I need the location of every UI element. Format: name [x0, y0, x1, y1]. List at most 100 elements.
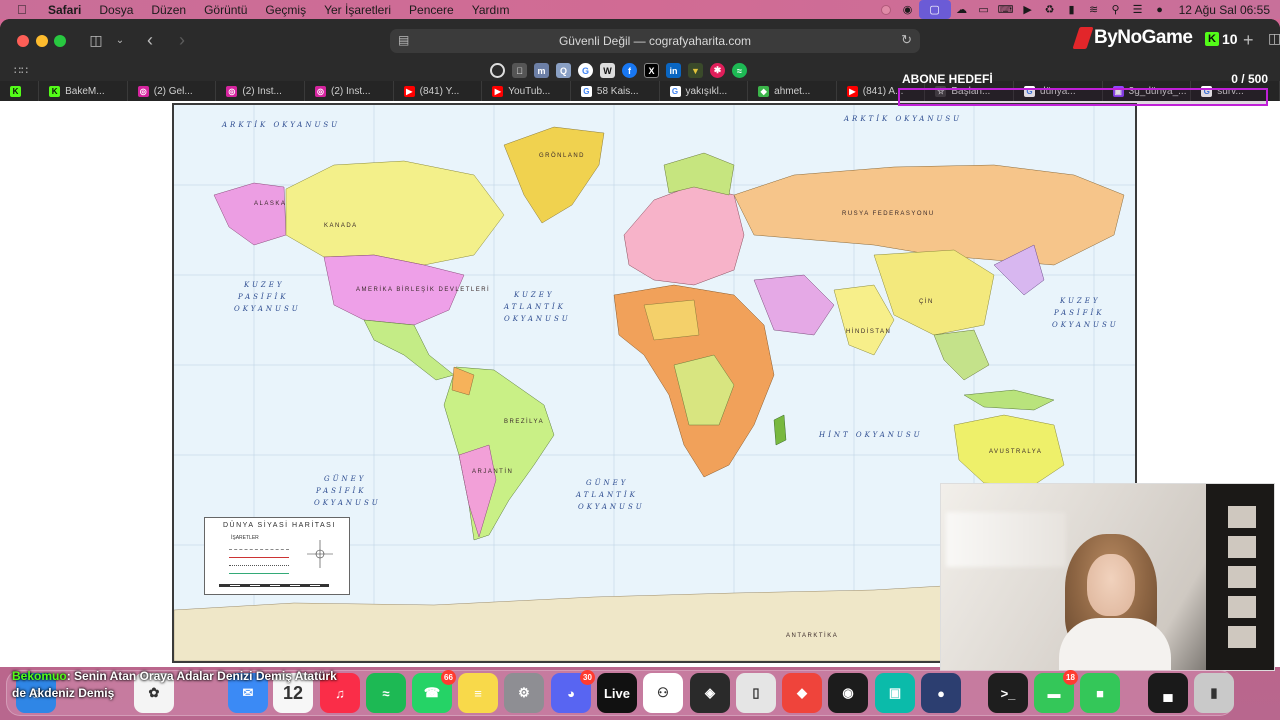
target-icon[interactable]: [490, 63, 505, 78]
m-fav-icon[interactable]: m: [534, 63, 549, 78]
apple-icon[interactable]: : [17, 2, 33, 17]
favorites-icons:  m Q G W f X in ▼ ✱ ≈: [490, 63, 747, 78]
ocean-label: PASİFİK: [315, 486, 367, 495]
leaf-icon: ◆: [758, 85, 770, 97]
antenna-icon[interactable]: ♻: [1039, 0, 1061, 19]
tab-item[interactable]: Gyakışıkl...: [660, 81, 749, 101]
tab-label: BakeM...: [65, 85, 105, 97]
dock-globe-icon[interactable]: ●: [921, 673, 961, 713]
tab-item[interactable]: ◎ (2) Inst...: [305, 81, 394, 101]
display-icon[interactable]: ▭: [973, 0, 995, 19]
x-icon[interactable]: X: [644, 63, 659, 78]
new-tab-button[interactable]: +: [1243, 30, 1254, 51]
menu-gecmis[interactable]: Geçmiş: [265, 3, 306, 17]
dock-spark-icon[interactable]: ▣: [875, 673, 915, 713]
dock-whatsapp-icon[interactable]: ☎ 66: [412, 670, 456, 713]
notification-badge: 66: [441, 670, 456, 685]
chevron-down-icon[interactable]: ⌄: [114, 29, 126, 51]
tab-item[interactable]: K: [0, 81, 40, 101]
google-fav-icon[interactable]: G: [578, 63, 593, 78]
tab-item[interactable]: ◎ (2) Gel...: [128, 81, 217, 101]
reload-icon[interactable]: ↻: [901, 32, 912, 48]
grid-icon[interactable]: ∷∷: [14, 64, 28, 77]
finder-fav-icon[interactable]: Q: [556, 63, 571, 78]
map-legend: DÜNYA SİYASİ HARİTASI İŞARETLER: [204, 517, 350, 595]
dock-copilot-icon[interactable]: ⚇: [643, 673, 683, 713]
wifi-icon[interactable]: ≋: [1083, 0, 1105, 19]
tab-item[interactable]: ◎ (2) Inst...: [216, 81, 306, 101]
shield-fav-icon[interactable]: ▼: [688, 63, 703, 78]
dock-phone-icon[interactable]: ▯: [736, 673, 776, 713]
search-icon[interactable]: ⚲: [1105, 0, 1127, 19]
dock-terminal-icon[interactable]: >_: [988, 673, 1028, 713]
legend-row: [229, 552, 289, 558]
tab-item[interactable]: ▶ (841) Y...: [394, 81, 483, 101]
dock-notes-icon[interactable]: ≡: [458, 673, 498, 713]
ocean-label: OKYANUSU: [1052, 321, 1119, 329]
menu-yardim[interactable]: Yardım: [472, 3, 510, 17]
dashboard-icon[interactable]: ◉: [897, 0, 919, 19]
tab-overview-icon[interactable]: ◫: [1268, 30, 1280, 47]
back-icon[interactable]: ‹: [142, 29, 158, 51]
play-icon[interactable]: ▶: [1017, 0, 1039, 19]
instagram-icon: ◎: [137, 85, 149, 97]
dock-discord-icon[interactable]: ◕ 30: [551, 670, 595, 713]
kick-viewer-number: 10: [1222, 31, 1238, 47]
instagram-icon: ◎: [315, 85, 327, 97]
tab-item[interactable]: G 58 Kais...: [571, 81, 660, 101]
dock-activity-icon[interactable]: ▄: [1148, 673, 1188, 713]
cloud-icon[interactable]: ☁: [951, 0, 973, 19]
apple-fav-icon[interactable]: : [512, 63, 527, 78]
ocean-label: GÜNEY: [324, 474, 366, 483]
sidebar-icon[interactable]: ◫: [86, 29, 106, 51]
menu-yer-isaretleri[interactable]: Yer İşaretleri: [324, 3, 391, 17]
country-label: ALASKA: [254, 201, 286, 207]
record-dot-icon[interactable]: [875, 0, 897, 19]
maximize-button[interactable]: [54, 35, 66, 47]
control-center-icon[interactable]: ☰: [1127, 0, 1149, 19]
forward-icon[interactable]: ›: [174, 29, 190, 51]
screen-share-icon[interactable]: ▢: [918, 0, 951, 19]
menu-safari[interactable]: Safari: [48, 3, 81, 17]
dock-settings-icon[interactable]: ⚙: [504, 673, 544, 713]
slack-icon[interactable]: ✱: [710, 63, 725, 78]
tab-label: (841) Y...: [419, 85, 460, 97]
country-label: GRÖNLAND: [539, 152, 585, 159]
address-bar[interactable]: ▤ Güvenli Değil — cografyaharita.com ↻: [390, 29, 920, 53]
close-button[interactable]: [17, 35, 29, 47]
country-label: ARJANTİN: [472, 468, 513, 475]
battery-icon[interactable]: ▮: [1061, 0, 1083, 19]
reader-icon[interactable]: ▤: [398, 33, 409, 47]
tab-item[interactable]: K BakeM...: [39, 81, 128, 101]
country-label: HİNDİSTAN: [846, 328, 891, 335]
youtube-icon: ▶: [492, 85, 504, 97]
dock-facetime-icon[interactable]: ■: [1080, 673, 1120, 713]
siri-icon[interactable]: ●: [1149, 0, 1171, 19]
tab-item[interactable]: ◆ ahmet...: [748, 81, 837, 101]
wikipedia-icon[interactable]: W: [600, 63, 615, 78]
minimize-button[interactable]: [36, 35, 48, 47]
menu-goruntu[interactable]: Görüntü: [204, 3, 247, 17]
menu-dosya[interactable]: Dosya: [99, 3, 133, 17]
tab-item[interactable]: ▶ YouTub...: [482, 81, 571, 101]
legend-row: [229, 544, 289, 550]
notification-badge: 30: [580, 670, 595, 685]
menu-duzen[interactable]: Düzen: [151, 3, 186, 17]
keyboard-icon[interactable]: ⌨: [995, 0, 1017, 19]
dock-spotify-icon[interactable]: ≈: [366, 673, 406, 713]
dock-unity-icon[interactable]: ◈: [690, 673, 730, 713]
clock[interactable]: 12 Ağu Sal 06:55: [1179, 3, 1270, 17]
dock-obs-icon[interactable]: ◉: [828, 673, 868, 713]
facebook-icon[interactable]: f: [622, 63, 637, 78]
youtube-icon: ▶: [846, 85, 858, 97]
dock-messages-icon[interactable]: ▬ 18: [1034, 670, 1078, 713]
dock-live-icon[interactable]: Live: [597, 673, 637, 713]
ocean-label: GÜNEY: [586, 478, 628, 487]
subscriber-goal-count: 0 / 500: [1231, 72, 1268, 86]
legend-title: DÜNYA SİYASİ HARİTASI: [223, 522, 336, 529]
dock-anydesk-icon[interactable]: ◆: [782, 673, 822, 713]
linkedin-icon[interactable]: in: [666, 63, 681, 78]
menu-pencere[interactable]: Pencere: [409, 3, 454, 17]
spotify-fav-icon[interactable]: ≈: [732, 63, 747, 78]
dock-trash-icon[interactable]: ▮: [1194, 673, 1234, 713]
